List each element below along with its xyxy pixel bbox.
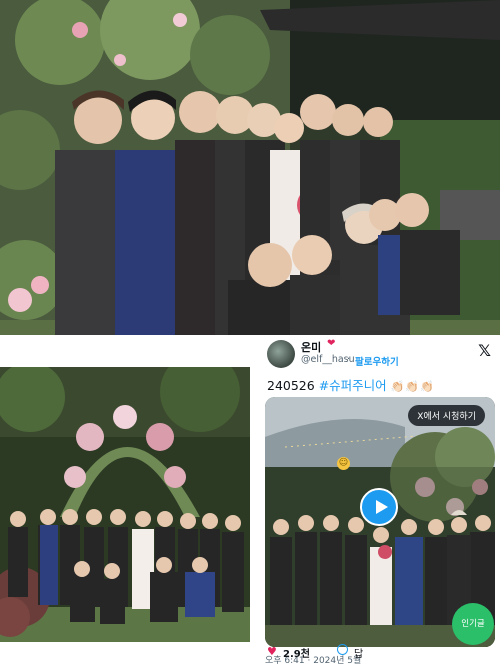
watch-on-x-button[interactable]: X에서 시청하기 [408,405,485,426]
reply-icon[interactable] [337,644,348,655]
group-photo-top [0,0,500,335]
tweet-actions: ♥ 2.9천 답 [257,641,500,663]
group-photo-bottom-left [0,367,250,642]
tweet-text: 240526 #슈퍼주니어 👏🏻👏🏻👏🏻 [267,375,435,394]
like-count: 2.9천 [283,649,310,660]
tweet-header: 온미 ❤ @elf__hasu · 팔로우하기 𝕏 [267,338,493,370]
separator-dot: · [347,354,351,365]
play-icon[interactable] [360,488,398,526]
hashtag-link[interactable]: #슈퍼주니어 [319,378,387,393]
x-logo-icon[interactable]: 𝕏 [478,341,491,360]
avatar[interactable] [267,340,295,368]
popular-posts-button[interactable]: 인기글 [452,603,494,645]
tweet-date: 240526 [267,378,315,393]
clap-emoji-icons: 👏🏻👏🏻👏🏻 [390,380,435,393]
reply-label[interactable]: 답 [354,645,363,660]
user-display-name[interactable]: 온미 [301,339,321,355]
heart-icon[interactable]: ♥ [267,645,277,658]
follow-button[interactable]: 팔로우하기 [355,354,399,368]
heart-emoji-icon: ❤ [327,338,336,349]
smile-emoji-icon: ☺ [337,457,350,470]
